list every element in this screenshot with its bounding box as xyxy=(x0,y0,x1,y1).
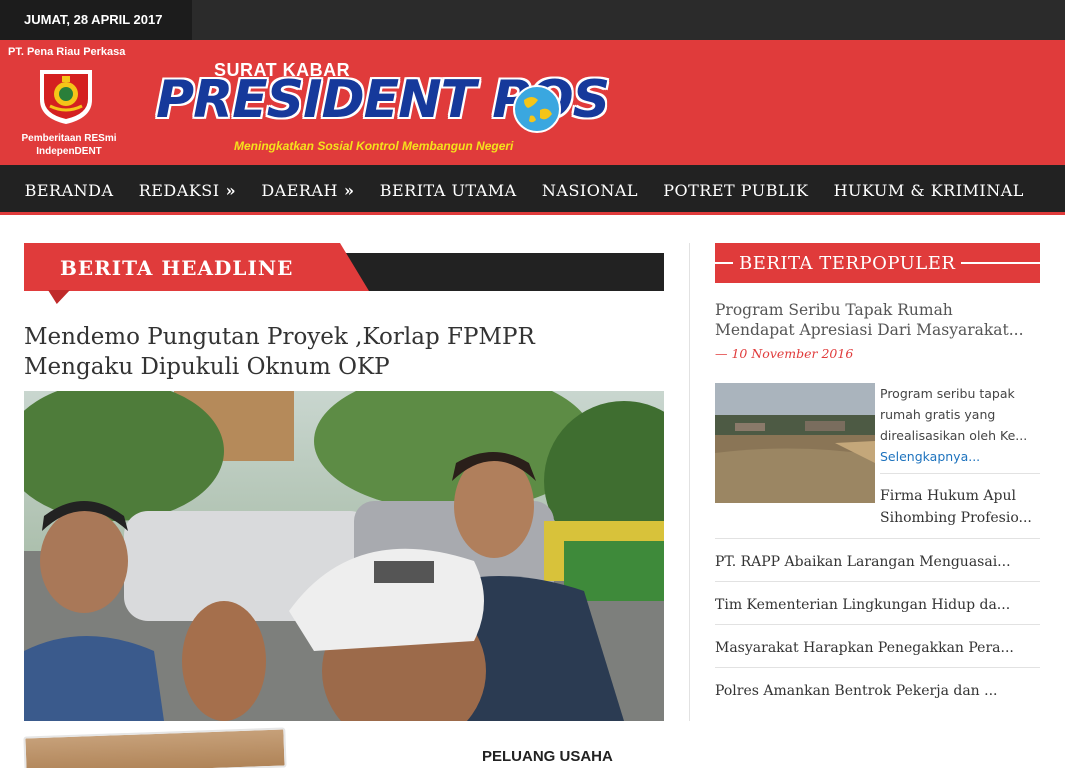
nav-label: HUKUM & KRIMINAL xyxy=(833,181,1024,200)
featured-date: — 10 November 2016 xyxy=(715,346,854,361)
nav-item-daerah[interactable]: DAERAH » xyxy=(249,165,367,215)
nav-item-hukum-kriminal[interactable]: HUKUM & KRIMINAL xyxy=(821,165,1037,215)
nav-label: POTRET PUBLIK xyxy=(663,181,809,200)
section-header-tail xyxy=(48,290,70,304)
top-bar: JUMAT, 28 APRIL 2017 xyxy=(0,0,1065,40)
second-title-line1: Firma Hukum Apul xyxy=(880,488,1016,504)
column-divider xyxy=(689,243,690,721)
nav-item-berita-utama[interactable]: BERITA UTAMA xyxy=(367,165,529,215)
excerpt-line3: direalisasikan oleh Ke... xyxy=(880,428,1028,443)
ad-title: PELUANG USAHA xyxy=(482,748,613,765)
ad-banner[interactable]: PELUANG USAHA xyxy=(23,727,664,768)
headline-title-link[interactable]: Mendemo Pungutan Proyek ,Korlap FPMPR Me… xyxy=(24,322,644,382)
nav-item-redaksi[interactable]: REDAKSI » xyxy=(126,165,249,215)
globe-icon xyxy=(513,85,561,133)
tagline-left-line2: IndepenDENT xyxy=(36,146,102,157)
second-title-line2: Sihombing Profesio... xyxy=(880,510,1032,526)
nav-item-beranda[interactable]: BERANDA xyxy=(12,165,126,215)
excerpt-line1: Program seribu tapak xyxy=(880,386,1015,401)
headline-section-header: BERITA HEADLINE xyxy=(24,243,664,304)
nav-label: BERANDA xyxy=(24,181,114,200)
main-navigation: BERANDA REDAKSI » DAERAH » BERITA UTAMA … xyxy=(0,165,1065,215)
nav-item-nasional[interactable]: NASIONAL xyxy=(529,165,650,215)
popular-list: PT. RAPP Abaikan Larangan Menguasai... T… xyxy=(715,538,1040,710)
emblem-icon xyxy=(40,70,92,124)
current-date: JUMAT, 28 APRIL 2017 xyxy=(0,0,192,40)
submenu-arrow-icon: » xyxy=(219,181,237,200)
popular-list-item[interactable]: Tim Kementerian Lingkungan Hidup da... xyxy=(715,581,1040,624)
section-header-bar xyxy=(344,253,664,291)
ad-product-box xyxy=(23,727,287,768)
popular-section-title: BERITA TERPOPULER xyxy=(733,243,962,283)
featured-title-line2: Mendapat Apresiasi Dari Masyarakat... xyxy=(715,321,1024,339)
tagline-left: Pemberitaan RESmi IndepenDENT xyxy=(14,132,124,158)
headline-line2: Mengaku Dipukuli Oknum OKP xyxy=(24,354,390,380)
nav-label: BERITA UTAMA xyxy=(379,181,517,200)
read-more-link[interactable]: Selengkapnya... xyxy=(880,446,1040,467)
excerpt-line2: rumah gratis yang xyxy=(880,407,996,422)
popular-section-header: BERITA TERPOPULER xyxy=(715,243,1040,283)
section-title: BERITA HEADLINE xyxy=(60,256,294,280)
nav-label: NASIONAL xyxy=(541,181,639,200)
popular-list-item[interactable]: PT. RAPP Abaikan Larangan Menguasai... xyxy=(715,538,1040,581)
featured-thumbnail[interactable] xyxy=(715,383,875,503)
popular-second-link[interactable]: Firma Hukum Apul Sihombing Profesio... xyxy=(880,485,1040,529)
headline-line1: Mendemo Pungutan Proyek ,Korlap FPMPR xyxy=(24,324,535,350)
featured-title-line1: Program Seribu Tapak Rumah xyxy=(715,301,953,319)
nav-label: REDAKSI xyxy=(138,181,220,200)
featured-excerpt: Program seribu tapak rumah gratis yang d… xyxy=(880,383,1040,467)
submenu-arrow-icon: » xyxy=(337,181,355,200)
logo-tagline: Meningkatkan Sosial Kontrol Membangun Ne… xyxy=(234,139,514,153)
company-name: PT. Pena Riau Perkasa xyxy=(8,46,126,58)
headline-photo[interactable] xyxy=(24,391,664,721)
nav-item-potret-publik[interactable]: POTRET PUBLIK xyxy=(651,165,821,215)
tagline-left-line1: Pemberitaan RESmi xyxy=(21,133,117,144)
popular-featured-title-link[interactable]: Program Seribu Tapak Rumah Mendapat Apre… xyxy=(715,300,1040,340)
popular-list-item[interactable]: Polres Amankan Bentrok Pekerja dan ... xyxy=(715,667,1040,710)
featured-separator xyxy=(880,473,1040,474)
site-header: PT. Pena Riau Perkasa Pemberitaan RESmi … xyxy=(0,40,1065,165)
nav-label: DAERAH xyxy=(261,181,338,200)
popular-list-item[interactable]: Masyarakat Harapkan Penegakkan Pera... xyxy=(715,624,1040,667)
